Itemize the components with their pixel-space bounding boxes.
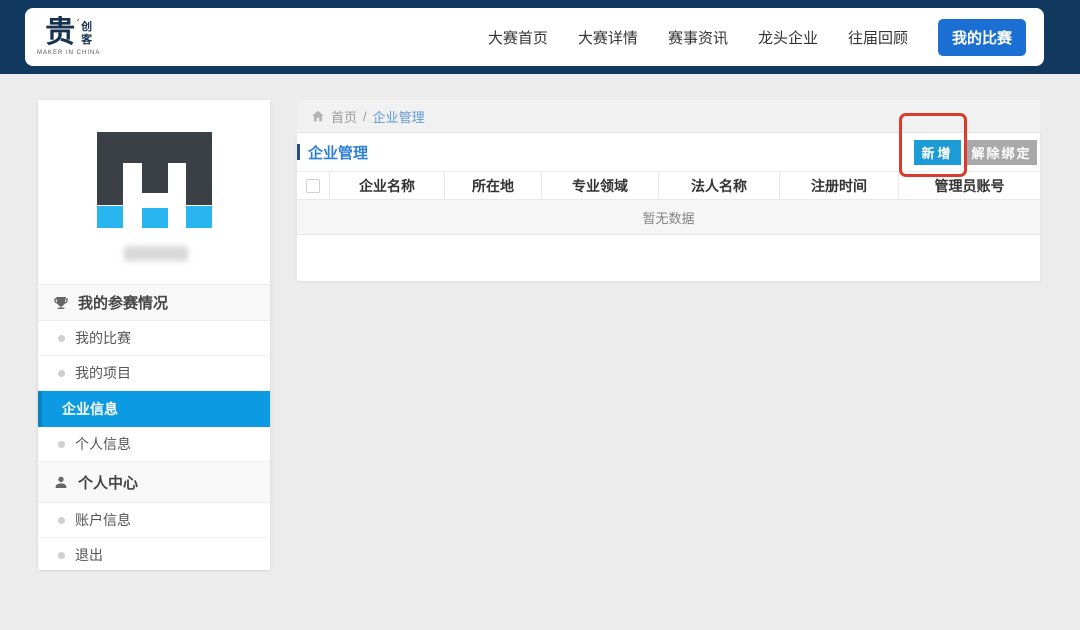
sidebar: 我的参赛情况 我的比赛 我的项目 企业信息 个人信息 个人中心 账户信息 bbox=[38, 100, 270, 570]
logo-red-tick-icon: ˊ bbox=[76, 18, 80, 30]
sidebar-avatar-block bbox=[38, 100, 270, 285]
main-navigation: 大赛首页 大赛详情 赛事资讯 龙头企业 往届回顾 我的比赛 bbox=[488, 19, 1026, 56]
panel-title: 企业管理 bbox=[308, 142, 368, 163]
breadcrumb-current: 企业管理 bbox=[373, 107, 425, 126]
table-header-row: 企业名称 所在地 专业领域 法人名称 注册时间 管理员账号 bbox=[297, 172, 1040, 200]
sidebar-item-label: 我的比赛 bbox=[75, 328, 131, 348]
breadcrumb: 首页 / 企业管理 bbox=[297, 100, 1040, 133]
sidebar-section-personal-center: 个人中心 bbox=[38, 462, 270, 503]
logo-brand-name: 创 客 bbox=[81, 18, 92, 46]
unbind-button[interactable]: 解除绑定 bbox=[966, 140, 1037, 165]
column-header-enterprise-name: 企业名称 bbox=[330, 172, 445, 199]
trophy-icon bbox=[53, 295, 69, 311]
company-logo-image bbox=[97, 132, 212, 228]
bullet-icon bbox=[58, 441, 65, 448]
brand-logo-row: 贵 ˊ 创 客 bbox=[45, 18, 92, 48]
bullet-icon bbox=[58, 335, 65, 342]
sidebar-item-personal-info[interactable]: 个人信息 bbox=[38, 427, 270, 462]
logo-brand-line1: 创 bbox=[81, 22, 92, 33]
nav-item-event-news[interactable]: 赛事资讯 bbox=[668, 27, 728, 48]
sidebar-item-label: 账户信息 bbox=[75, 510, 131, 530]
top-navbar-inner: 贵 ˊ 创 客 MAKER IN CHINA 大赛首页 大赛详情 赛事资讯 龙头… bbox=[25, 8, 1044, 66]
username-blurred bbox=[124, 246, 188, 261]
breadcrumb-home-link[interactable]: 首页 bbox=[331, 107, 357, 126]
logo-seal-character: 贵 bbox=[45, 18, 75, 48]
add-button[interactable]: 新增 bbox=[914, 140, 961, 165]
sidebar-item-label: 退出 bbox=[75, 545, 103, 565]
person-icon bbox=[53, 474, 69, 490]
sidebar-item-label: 企业信息 bbox=[62, 399, 118, 419]
sidebar-section-my-participation: 我的参赛情况 bbox=[38, 285, 270, 321]
column-header-registration-time: 注册时间 bbox=[780, 172, 899, 199]
title-accent-bar bbox=[297, 144, 300, 160]
nav-item-past-reviews[interactable]: 往届回顾 bbox=[848, 27, 908, 48]
panel-title-row: 企业管理 新增 解除绑定 bbox=[297, 133, 1040, 172]
sidebar-section-title: 个人中心 bbox=[78, 472, 138, 493]
home-icon bbox=[311, 109, 325, 123]
column-header-admin-account: 管理员账号 bbox=[899, 172, 1040, 199]
column-header-location: 所在地 bbox=[445, 172, 542, 199]
page: 贵 ˊ 创 客 MAKER IN CHINA 大赛首页 大赛详情 赛事资讯 龙头… bbox=[0, 0, 1080, 630]
select-all-cell bbox=[297, 172, 330, 199]
sidebar-item-logout[interactable]: 退出 bbox=[38, 538, 270, 573]
bullet-icon bbox=[58, 552, 65, 559]
nav-item-competition-home[interactable]: 大赛首页 bbox=[488, 27, 548, 48]
my-competition-button[interactable]: 我的比赛 bbox=[938, 19, 1026, 56]
sidebar-item-enterprise-info[interactable]: 企业信息 bbox=[38, 391, 270, 427]
sidebar-section-title: 我的参赛情况 bbox=[78, 292, 168, 313]
logo-tagline: MAKER IN CHINA bbox=[37, 50, 100, 56]
sidebar-item-account-info[interactable]: 账户信息 bbox=[38, 503, 270, 538]
panel-button-group: 新增 解除绑定 bbox=[914, 140, 1040, 165]
column-header-legal-person: 法人名称 bbox=[659, 172, 780, 199]
top-navbar: 贵 ˊ 创 客 MAKER IN CHINA 大赛首页 大赛详情 赛事资讯 龙头… bbox=[0, 0, 1080, 74]
brand-logo: 贵 ˊ 创 客 MAKER IN CHINA bbox=[37, 18, 100, 56]
nav-item-leading-enterprises[interactable]: 龙头企业 bbox=[758, 27, 818, 48]
logo-brand-line2: 客 bbox=[81, 35, 92, 46]
enterprise-management-panel: 企业管理 新增 解除绑定 企业名称 所在地 专业领域 法人名称 注册时间 管理员… bbox=[297, 133, 1040, 281]
sidebar-item-my-competitions[interactable]: 我的比赛 bbox=[38, 321, 270, 356]
column-header-professional-field: 专业领域 bbox=[542, 172, 659, 199]
bullet-icon bbox=[58, 517, 65, 524]
nav-item-competition-details[interactable]: 大赛详情 bbox=[578, 27, 638, 48]
breadcrumb-separator: / bbox=[363, 109, 367, 124]
sidebar-item-my-projects[interactable]: 我的项目 bbox=[38, 356, 270, 391]
select-all-checkbox[interactable] bbox=[306, 179, 320, 193]
sidebar-item-label: 我的项目 bbox=[75, 363, 131, 383]
sidebar-item-label: 个人信息 bbox=[75, 434, 131, 454]
bullet-icon bbox=[58, 370, 65, 377]
table-empty-state: 暂无数据 bbox=[297, 200, 1040, 235]
